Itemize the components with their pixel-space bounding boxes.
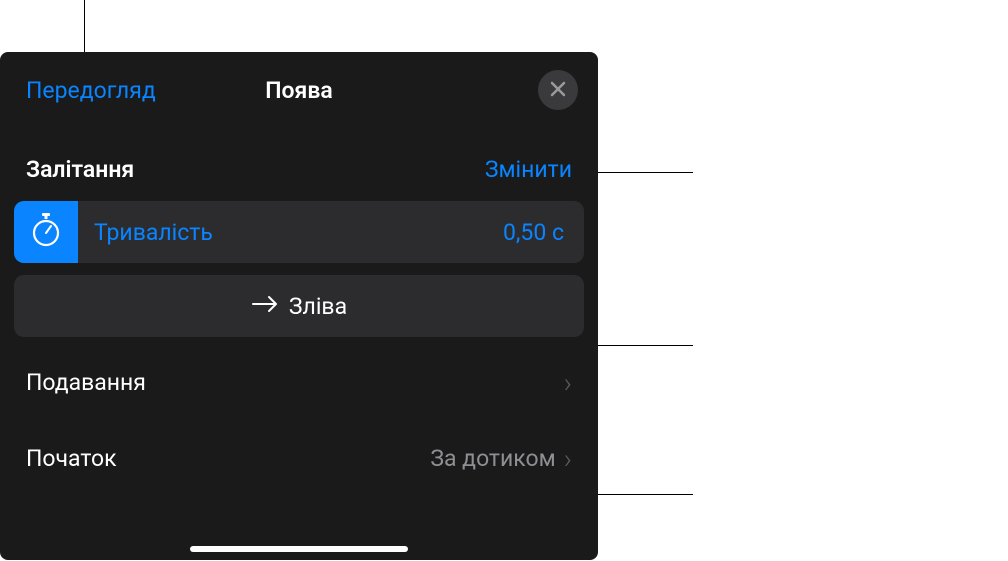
direction-row[interactable]: Зліва bbox=[14, 275, 584, 337]
panel-header: Передогляд Поява bbox=[0, 52, 598, 124]
callout-line-direction bbox=[585, 345, 693, 346]
close-button[interactable] bbox=[538, 70, 578, 110]
animation-panel: Передогляд Поява Залітання Змінити Трива… bbox=[0, 52, 598, 560]
start-row[interactable]: Початок За дотиком › bbox=[0, 427, 598, 489]
chevron-right-icon: › bbox=[564, 442, 572, 475]
direction-label: Зліва bbox=[289, 293, 347, 320]
home-indicator bbox=[190, 546, 408, 552]
delivery-row[interactable]: Подавання › bbox=[0, 351, 598, 413]
change-button[interactable]: Змінити bbox=[485, 156, 572, 183]
duration-label: Тривалість bbox=[78, 219, 503, 246]
duration-icon-box bbox=[14, 201, 78, 263]
start-value: За дотиком bbox=[430, 445, 555, 472]
arrow-right-icon bbox=[251, 294, 279, 318]
effect-section-header: Залітання Змінити bbox=[0, 124, 598, 197]
duration-row[interactable]: Тривалість 0,50 с bbox=[14, 201, 584, 263]
duration-value: 0,50 с bbox=[503, 219, 584, 246]
stopwatch-icon bbox=[31, 213, 61, 251]
start-label: Початок bbox=[26, 445, 117, 472]
chevron-right-icon: › bbox=[564, 366, 572, 399]
panel-title: Поява bbox=[265, 77, 333, 104]
effect-name-label: Залітання bbox=[26, 156, 134, 183]
preview-button[interactable]: Передогляд bbox=[26, 77, 156, 104]
delivery-label: Подавання bbox=[26, 369, 146, 396]
close-icon bbox=[550, 78, 566, 102]
